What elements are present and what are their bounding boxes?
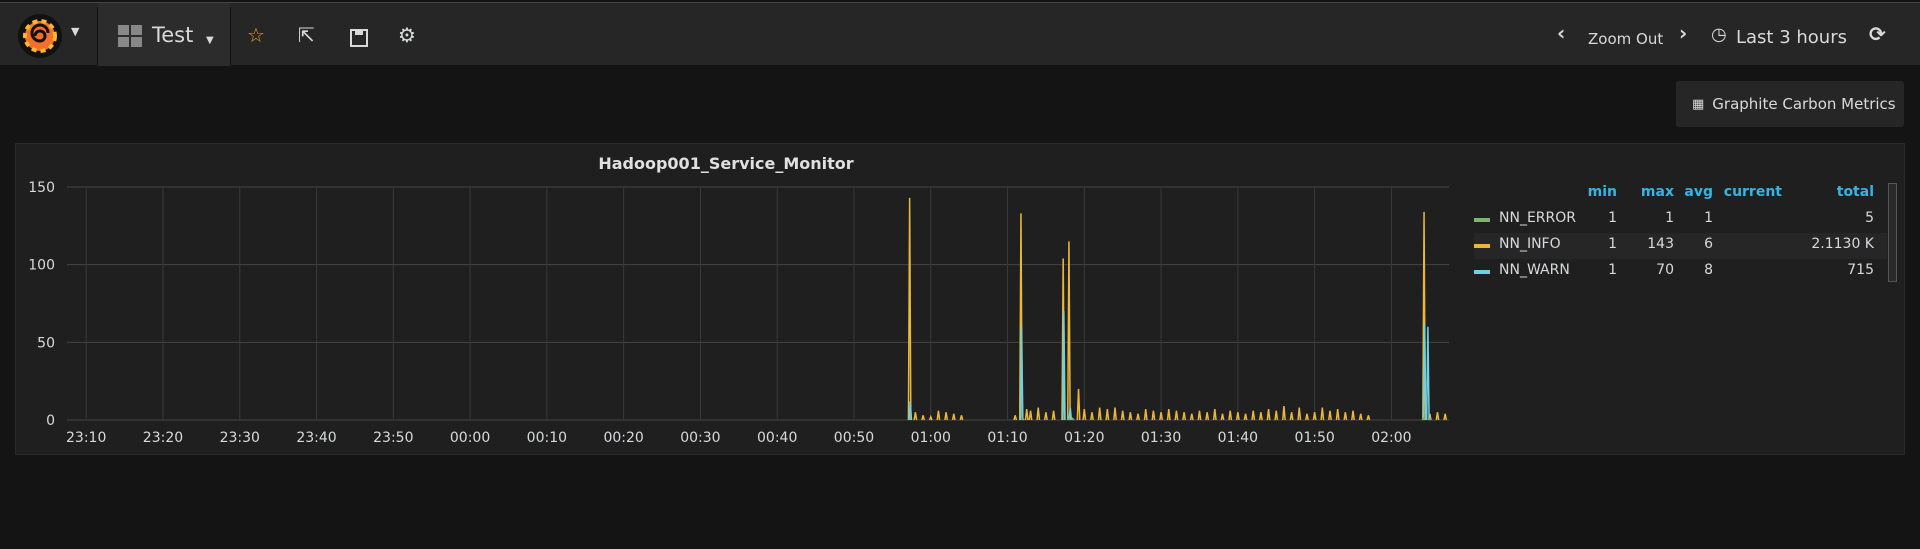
data-point-nn-info: [1305, 413, 1309, 421]
data-point-nn-info: [1182, 412, 1187, 421]
x-tick-label: 00:40: [757, 430, 797, 446]
x-tick-label: 01:00: [911, 430, 951, 446]
x-tick-label: 23:50: [373, 430, 413, 446]
data-point-nn-info: [1120, 410, 1125, 421]
x-tick-label: 00:20: [603, 430, 643, 446]
data-point-nn-info: [951, 413, 956, 421]
data-point-nn-info: [1281, 405, 1286, 421]
data-point-nn-info: [1028, 410, 1033, 421]
legend-header-current[interactable]: current: [1712, 184, 1782, 200]
x-tick-label: 00:10: [527, 430, 567, 446]
y-tick-label: 150: [28, 180, 55, 196]
data-point-nn-info: [1097, 407, 1102, 421]
x-tick-label: 00:30: [680, 430, 720, 446]
data-point-nn-info: [936, 410, 941, 421]
legend-min: 1: [1608, 210, 1617, 226]
legend-header-max[interactable]: max: [1624, 184, 1674, 200]
data-point-nn-info: [1351, 410, 1355, 421]
legend-total: 5: [1865, 210, 1874, 226]
x-tick-label: 01:10: [987, 430, 1027, 446]
legend-total: 715: [1847, 262, 1874, 278]
x-tick-label: 01:40: [1218, 430, 1258, 446]
data-point-nn-info: [1343, 412, 1348, 421]
data-point-nn-info: [1143, 409, 1148, 421]
data-point-nn-info: [1166, 409, 1171, 421]
legend-swatch[interactable]: [1474, 270, 1490, 274]
legend-avg: 6: [1704, 236, 1713, 252]
legend-header-min[interactable]: min: [1567, 184, 1617, 200]
data-point-nn-info: [1212, 409, 1217, 421]
y-tick-label: 100: [28, 258, 55, 274]
data-point-nn-info: [1297, 407, 1302, 421]
legend-total: 2.1130 K: [1811, 236, 1874, 252]
data-point-nn-info: [1036, 407, 1041, 421]
data-point-nn-info: [1151, 410, 1156, 421]
data-point-nn-info: [1128, 412, 1133, 421]
data-point-nn-info: [1067, 241, 1071, 421]
legend-swatch[interactable]: [1474, 244, 1490, 248]
legend-max: 1: [1665, 210, 1674, 226]
y-tick-label: 0: [46, 413, 55, 429]
data-point-nn-info: [921, 415, 925, 421]
data-point-nn-info: [1076, 388, 1081, 421]
data-point-nn-info: [959, 415, 964, 421]
x-tick-label: 01:50: [1294, 430, 1334, 446]
x-tick-label: 00:00: [450, 430, 490, 446]
data-point-nn-info: [944, 412, 949, 421]
x-tick-label: 02:00: [1371, 430, 1411, 446]
data-point-nn-info: [1090, 412, 1094, 421]
data-point-nn-info: [1358, 413, 1363, 421]
legend-min: 1: [1608, 236, 1617, 252]
legend-max: 143: [1647, 236, 1674, 252]
data-point-nn-info: [1189, 413, 1194, 421]
legend-max: 70: [1656, 262, 1674, 278]
data-point-nn-info: [1435, 412, 1440, 421]
data-point-nn-info: [1113, 407, 1117, 421]
x-tick-label: 23:30: [220, 430, 260, 446]
legend-header-avg[interactable]: avg: [1673, 184, 1713, 200]
data-point-nn-info: [1174, 410, 1179, 421]
legend-swatch[interactable]: [1474, 218, 1490, 222]
x-tick-label: 23:40: [296, 430, 336, 446]
data-point-nn-info: [1136, 413, 1140, 421]
legend-min: 1: [1608, 262, 1617, 278]
data-point-nn-info: [1366, 415, 1371, 421]
data-point-nn-info: [1228, 410, 1233, 421]
x-tick-label: 23:10: [66, 430, 106, 446]
data-point-nn-info: [1043, 412, 1048, 421]
legend-scrollbar[interactable]: [1888, 183, 1897, 282]
data-point-nn-info: [1274, 410, 1279, 421]
x-tick-label: 01:20: [1064, 430, 1104, 446]
data-point-nn-info: [1328, 410, 1332, 421]
legend-header-total[interactable]: total: [1804, 184, 1874, 200]
data-point-nn-warn: [1425, 326, 1430, 421]
data-point-nn-info: [1024, 409, 1029, 421]
data-point-nn-info: [1105, 409, 1110, 421]
legend-avg: 1: [1704, 210, 1713, 226]
data-point-nn-info: [1251, 410, 1256, 421]
data-point-nn-info: [1289, 412, 1294, 421]
data-point-nn-info: [1243, 413, 1248, 421]
data-point-nn-info: [1335, 409, 1340, 421]
legend-avg: 8: [1704, 262, 1713, 278]
data-point-nn-info: [1258, 412, 1263, 421]
data-point-nn-info: [1220, 413, 1225, 421]
data-point-nn-info: [1320, 407, 1325, 421]
y-tick-label: 50: [37, 335, 55, 351]
data-point-nn-info: [1443, 413, 1448, 421]
data-point-nn-info: [907, 197, 912, 421]
x-tick-label: 00:50: [834, 430, 874, 446]
data-point-nn-info: [1266, 409, 1271, 421]
data-point-nn-info: [1013, 415, 1018, 421]
data-point-nn-info: [913, 412, 918, 421]
data-point-nn-info: [1205, 412, 1210, 421]
x-tick-label: 23:20: [143, 430, 183, 446]
data-point-nn-info: [1051, 410, 1056, 421]
x-tick-label: 01:30: [1141, 430, 1181, 446]
data-point-nn-info: [1197, 410, 1202, 421]
